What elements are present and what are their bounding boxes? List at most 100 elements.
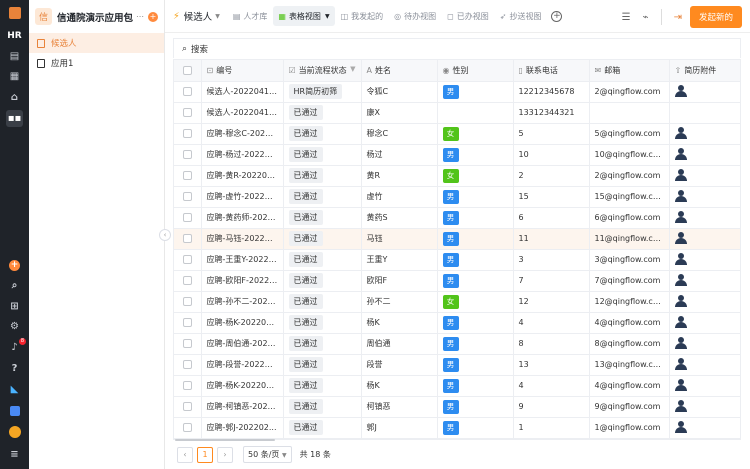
cell-name[interactable]: 杨K <box>361 312 438 334</box>
resume-avatar-icon[interactable] <box>674 252 687 265</box>
cell-status[interactable]: 已通过 <box>283 165 362 187</box>
cell-id[interactable]: 应聘-孙不二-2022... <box>201 291 284 313</box>
resume-avatar-icon[interactable] <box>674 378 687 391</box>
cell-gender[interactable]: 男 <box>437 207 514 229</box>
resume-avatar-icon[interactable] <box>674 210 687 223</box>
cell-email[interactable]: 8@qingflow.com <box>589 333 670 355</box>
row-select-cell[interactable] <box>174 333 202 355</box>
cell-gender[interactable]: 男 <box>437 186 514 208</box>
table-row[interactable]: 应聘-王重Y-20220... 已通过 王重Y 男 3 3@qingflow.com <box>174 249 740 271</box>
cell-id[interactable]: 应聘-王重Y-20220... <box>201 249 284 271</box>
row-checkbox[interactable] <box>182 213 192 222</box>
row-select-cell[interactable] <box>174 354 202 376</box>
cell-phone[interactable]: 12 <box>513 291 590 313</box>
cell-name[interactable]: 马钰 <box>361 228 438 250</box>
column-header-id[interactable]: ⊡ 编号 <box>201 60 284 82</box>
cell-email[interactable]: 4@qingflow.com <box>589 375 670 397</box>
cell-gender[interactable]: 男 <box>437 333 514 355</box>
add-view-icon[interactable]: + <box>551 10 563 22</box>
hr-app-icon[interactable]: HR <box>6 27 23 44</box>
cell-phone[interactable]: 1 <box>513 417 590 439</box>
cell-phone[interactable]: 7 <box>513 270 590 292</box>
cell-email[interactable]: 1@qingflow.com <box>589 417 670 439</box>
cell-phone[interactable]: 9 <box>513 396 590 418</box>
cell-status[interactable]: 已通过 <box>283 375 362 397</box>
cell-id[interactable]: 应聘-欧阳F-20220... <box>201 270 284 292</box>
contacts-icon[interactable]: ⊞ <box>6 298 23 315</box>
cell-email[interactable]: 3@qingflow.com <box>589 249 670 271</box>
cell-resume[interactable] <box>669 81 740 103</box>
cell-email[interactable]: 15@qingflow.com <box>589 186 670 208</box>
row-checkbox[interactable] <box>182 171 192 180</box>
row-select-cell[interactable] <box>174 123 202 145</box>
resume-avatar-icon[interactable] <box>674 168 687 181</box>
cell-name[interactable]: 康X <box>361 102 438 124</box>
more-icon[interactable]: ⋯ <box>136 12 144 21</box>
exit-icon[interactable]: ⇥ <box>674 12 682 23</box>
cell-gender[interactable]: 女 <box>437 165 514 187</box>
cell-email[interactable]: 12@qingflow.com <box>589 291 670 313</box>
cell-status[interactable]: 已通过 <box>283 354 362 376</box>
column-header-resume[interactable]: ⇧ 简历附件 <box>669 60 740 82</box>
cell-id[interactable]: 应聘-杨过-202202... <box>201 144 284 166</box>
page-number-current[interactable]: 1 <box>197 446 213 463</box>
cell-phone[interactable]: 13312344321 <box>513 102 590 124</box>
cell-phone[interactable]: 12212345678 <box>513 81 590 103</box>
tab-talent-pool[interactable]: ▤ 人才库 <box>228 6 273 26</box>
cell-status[interactable]: 已通过 <box>283 102 362 124</box>
workspace-logo-icon[interactable] <box>6 4 23 21</box>
resume-avatar-icon[interactable] <box>674 84 687 97</box>
table-row[interactable]: 应聘-黄药师-2022... 已通过 黄药S 男 6 6@qingflow.com <box>174 207 740 229</box>
app-title[interactable]: 信通院演示应用包 <box>57 10 136 24</box>
cell-id[interactable]: 应聘-郭J-202202... <box>201 417 284 439</box>
cell-id[interactable]: 应聘-周伯通-2022... <box>201 333 284 355</box>
cell-email[interactable]: 2@qingflow.com <box>589 165 670 187</box>
row-checkbox[interactable] <box>182 234 192 243</box>
table-row[interactable]: 应聘-虚竹-202202... 已通过 虚竹男 15 15@qingflow.com <box>174 186 740 208</box>
table-row[interactable]: 应聘-欧阳F-20220... 已通过 欧阳F 男 7 7@qingflow.com <box>174 270 740 292</box>
cell-email[interactable]: 9@qingflow.com <box>589 396 670 418</box>
table-row[interactable]: 应聘-郭J-202202... 已通过 郭J 男 1 1@qingflow.com <box>174 417 740 439</box>
dingtalk-icon[interactable]: ◣ <box>6 381 23 398</box>
resume-avatar-icon[interactable] <box>674 273 687 286</box>
cell-resume[interactable] <box>669 186 740 208</box>
cell-id[interactable]: 应聘-杨K-202202... <box>201 312 284 334</box>
row-select-cell[interactable] <box>174 81 202 103</box>
resume-avatar-icon[interactable] <box>674 357 687 370</box>
resume-avatar-icon[interactable] <box>674 231 687 244</box>
cell-resume[interactable] <box>669 123 740 145</box>
row-select-cell[interactable] <box>174 375 202 397</box>
cell-status[interactable]: 已通过 <box>283 207 362 229</box>
tab-cc[interactable]: ➶ 抄送视图 <box>495 6 547 26</box>
cell-phone[interactable]: 13 <box>513 354 590 376</box>
row-select-cell[interactable] <box>174 228 202 250</box>
cell-gender[interactable] <box>437 102 514 124</box>
home-icon[interactable]: ⌂ <box>6 89 23 106</box>
next-page-button[interactable]: › <box>217 446 233 463</box>
apps-grid-icon[interactable]: ▪▪ <box>6 110 23 127</box>
cell-name[interactable]: 周伯通 <box>361 333 438 355</box>
cell-resume[interactable] <box>669 228 740 250</box>
add-icon[interactable]: + <box>6 257 23 274</box>
cell-gender[interactable]: 男 <box>437 144 514 166</box>
cell-id[interactable]: 候选人-20220414... <box>201 102 284 124</box>
cell-status[interactable]: 已通过 <box>283 228 362 250</box>
row-checkbox[interactable] <box>182 423 192 432</box>
resume-avatar-icon[interactable] <box>674 126 687 139</box>
cell-email[interactable]: 10@qingflow.com <box>589 144 670 166</box>
table-row[interactable]: 候选人-20220414... HR简历初筛 令狐C 男 12212345678 2@qi… <box>174 81 740 103</box>
cell-id[interactable]: 候选人-20220414... <box>201 81 284 103</box>
row-select-cell[interactable] <box>174 249 202 271</box>
tab-done[interactable]: ◻ 已办视图 <box>442 6 494 26</box>
document-icon[interactable]: ▤ <box>6 48 23 65</box>
dashboard-icon[interactable]: ▦ <box>6 68 23 85</box>
cell-phone[interactable]: 4 <box>513 312 590 334</box>
cell-phone[interactable]: 6 <box>513 207 590 229</box>
new-submission-button[interactable]: 发起新的 <box>689 6 742 28</box>
table-row[interactable]: 应聘-穆念C-2022... 已通过 穆念C 女 5 5@qingflow.com <box>174 123 740 145</box>
cell-phone[interactable]: 3 <box>513 249 590 271</box>
row-checkbox[interactable] <box>182 297 192 306</box>
table-row[interactable]: 候选人-20220414... 已通过 康X 13312344321 <box>174 102 740 124</box>
cell-gender[interactable]: 男 <box>437 375 514 397</box>
cell-resume[interactable] <box>669 417 740 439</box>
